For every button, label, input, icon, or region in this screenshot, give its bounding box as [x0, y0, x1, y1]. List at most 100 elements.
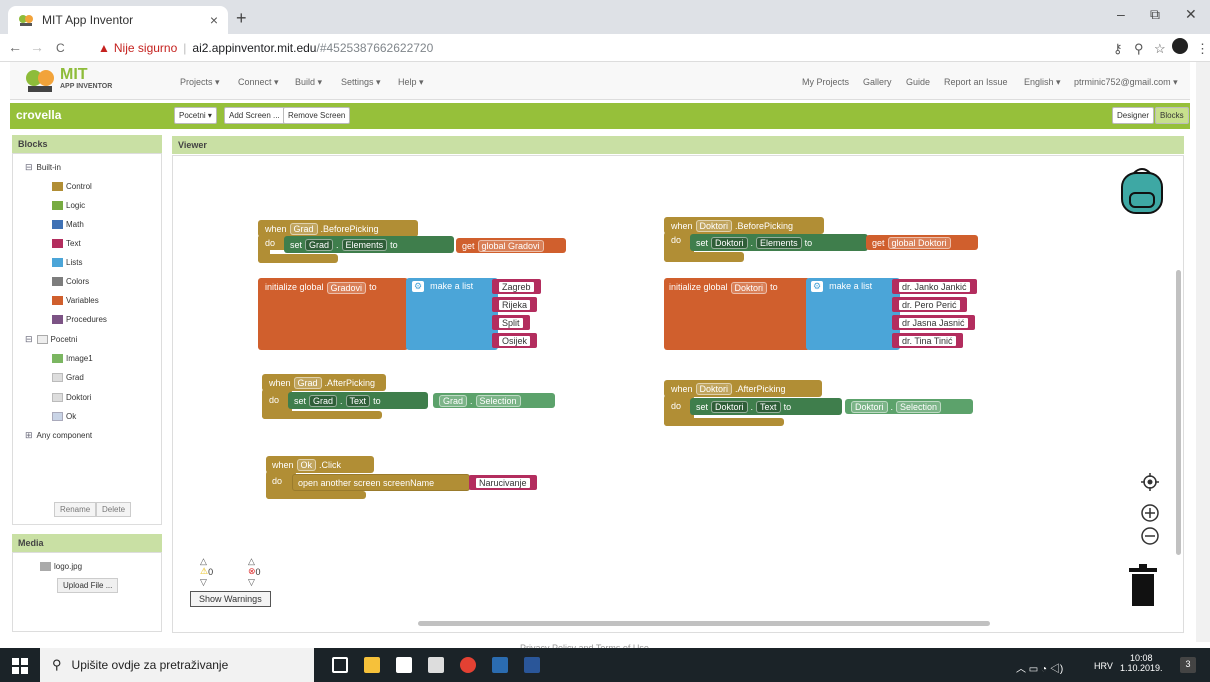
builtin-variables[interactable]: Variables — [52, 296, 99, 305]
url-field[interactable]: ▲ Nije sigurno | ai2.appinventor.mit.edu… — [98, 38, 1108, 58]
word-icon[interactable] — [524, 657, 540, 673]
delete-button[interactable]: Delete — [96, 502, 132, 517]
builtin-colors[interactable]: Colors — [52, 277, 89, 286]
reload-icon[interactable]: C — [56, 41, 65, 55]
tree-grad[interactable]: Grad — [52, 373, 84, 382]
text-osijek[interactable]: Osijek — [492, 333, 538, 348]
tree-doktori[interactable]: Doktori — [52, 393, 91, 402]
text-split[interactable]: Split — [492, 315, 530, 330]
text-pero[interactable]: dr. Pero Perić — [892, 297, 967, 312]
designer-button[interactable]: Designer — [1112, 107, 1155, 124]
get-grad-selection[interactable]: Grad. Selection — [433, 393, 555, 408]
open-another-screen[interactable]: open another screen screenName — [292, 474, 470, 491]
new-tab-button[interactable]: + — [236, 8, 247, 29]
expand-icon[interactable]: ⊞ — [25, 430, 33, 441]
text-tina[interactable]: dr. Tina Tinić — [892, 333, 963, 348]
menu-my-projects[interactable]: My Projects — [802, 77, 849, 87]
zoom-in-icon[interactable] — [1140, 503, 1160, 523]
trash-icon[interactable] — [1129, 564, 1157, 608]
file-explorer-icon[interactable] — [364, 657, 380, 673]
minimize-icon[interactable]: – — [1117, 6, 1125, 22]
tree-image1[interactable]: Image1 — [52, 354, 93, 363]
center-workspace-icon[interactable] — [1140, 472, 1160, 492]
menu-projects[interactable]: Projects ▾ — [180, 77, 220, 88]
init-global-gradovi[interactable]: initialize global Gradovi to — [258, 278, 408, 350]
tree-builtin[interactable]: ⊟ Built-in — [25, 162, 61, 173]
builtin-procedures[interactable]: Procedures — [52, 315, 107, 324]
taskbar-search[interactable]: ⚲ Upišite ovdje za pretraživanje — [40, 648, 314, 682]
tray-icons[interactable]: ︿ ▭ ◔ ◁) — [1016, 660, 1063, 675]
browser-tab[interactable]: MIT App Inventor × — [8, 6, 228, 34]
tree-screen[interactable]: ⊟ Pocetni — [25, 334, 77, 345]
get-global-gradovi[interactable]: get global Gradovi — [456, 238, 566, 253]
menu-connect[interactable]: Connect ▾ — [238, 77, 279, 88]
builtin-text[interactable]: Text — [52, 239, 81, 248]
remove-screen-button[interactable]: Remove Screen — [283, 107, 351, 124]
menu-guide[interactable]: Guide — [906, 77, 930, 87]
warnings-down-icon[interactable]: ▽ — [200, 577, 207, 588]
profile-icon[interactable] — [1172, 38, 1188, 54]
chrome-icon[interactable] — [460, 657, 476, 673]
builtin-math[interactable]: Math — [52, 220, 84, 229]
back-icon[interactable]: ← — [8, 39, 22, 55]
get-doktori-selection[interactable]: Doktori. Selection — [845, 399, 973, 414]
make-list-gradovi[interactable]: ⚙ make a list — [406, 278, 498, 350]
workspace-hscroll[interactable] — [418, 621, 990, 626]
key-icon[interactable]: ⚷ — [1113, 41, 1123, 57]
get-global-doktori[interactable]: get global Doktori — [866, 235, 978, 250]
media-file[interactable]: logo.jpg — [40, 562, 82, 571]
upload-file-button[interactable]: Upload File ... — [57, 578, 119, 593]
star-icon[interactable]: ☆ — [1154, 41, 1166, 57]
text-rijeka[interactable]: Rijeka — [492, 297, 538, 312]
notification-icon[interactable]: 3 — [1180, 657, 1196, 673]
set-grad-elements[interactable]: set Grad. Elements to — [284, 236, 454, 253]
text-narucivanje[interactable]: Narucivanje — [469, 475, 537, 490]
menu-gallery[interactable]: Gallery — [863, 77, 892, 87]
menu-icon[interactable]: ⋮ — [1196, 41, 1209, 57]
forward-icon[interactable]: → — [30, 39, 44, 55]
restore-icon[interactable]: ⧉ — [1150, 6, 1160, 23]
blocks-button[interactable]: Blocks — [1155, 107, 1189, 124]
show-warnings-button[interactable]: Show Warnings — [190, 591, 271, 607]
menu-build[interactable]: Build ▾ — [295, 77, 322, 88]
rename-button[interactable]: Rename — [54, 502, 97, 517]
add-screen-button[interactable]: Add Screen ... — [224, 107, 285, 124]
text-jasna[interactable]: dr Jasna Jasnić — [892, 315, 975, 330]
set-grad-text[interactable]: set Grad. Text to — [288, 392, 428, 409]
zoom-icon[interactable]: ⚲ — [1134, 41, 1144, 57]
builtin-control[interactable]: Control — [52, 182, 92, 191]
tree-ok[interactable]: Ok — [52, 412, 76, 421]
collapse-icon[interactable]: ⊟ — [25, 334, 33, 345]
collapse-icon[interactable]: ⊟ — [25, 162, 33, 173]
grad-dropdown[interactable]: Grad — [289, 222, 318, 235]
errors-down-icon[interactable]: ▽ — [248, 577, 255, 588]
builtin-lists[interactable]: Lists — [52, 258, 82, 267]
taskbar-clock[interactable]: 10:08 1.10.2019. — [1120, 653, 1163, 673]
windows-start-icon[interactable] — [12, 658, 28, 674]
app-icon[interactable] — [492, 657, 508, 673]
gear-icon[interactable]: ⚙ — [412, 281, 425, 292]
tab-close-icon[interactable]: × — [210, 12, 218, 28]
builtin-logic[interactable]: Logic — [52, 201, 85, 210]
app-logo[interactable]: MIT APP INVENTOR — [24, 66, 124, 96]
tree-any-component[interactable]: ⊞ Any component — [25, 430, 92, 441]
menu-settings[interactable]: Settings ▾ — [341, 77, 381, 88]
store-icon[interactable] — [396, 657, 412, 673]
init-global-doktori[interactable]: initialize global Doktori to — [664, 278, 810, 350]
screen-select[interactable]: Pocetni ▾ — [174, 107, 217, 124]
language-indicator[interactable]: HRV — [1094, 661, 1113, 671]
workspace-vscroll[interactable] — [1176, 270, 1181, 555]
menu-help[interactable]: Help ▾ — [398, 77, 424, 88]
set-doktori-text[interactable]: set Doktori. Text to — [690, 398, 842, 415]
close-window-icon[interactable]: ✕ — [1185, 6, 1197, 23]
zoom-out-icon[interactable] — [1140, 526, 1160, 546]
menu-account[interactable]: ptrminic752@gmail.com ▾ — [1074, 77, 1178, 88]
set-doktori-elements[interactable]: set Doktori. Elements to — [690, 234, 868, 251]
page-scrollbar[interactable] — [1196, 62, 1210, 642]
menu-language[interactable]: English ▾ — [1024, 77, 1061, 88]
backpack-icon[interactable] — [1118, 165, 1166, 215]
task-view-icon[interactable] — [332, 657, 348, 673]
text-zagreb[interactable]: Zagreb — [492, 279, 541, 294]
mail-icon[interactable] — [428, 657, 444, 673]
make-list-doktori[interactable]: ⚙ make a list — [806, 278, 900, 350]
